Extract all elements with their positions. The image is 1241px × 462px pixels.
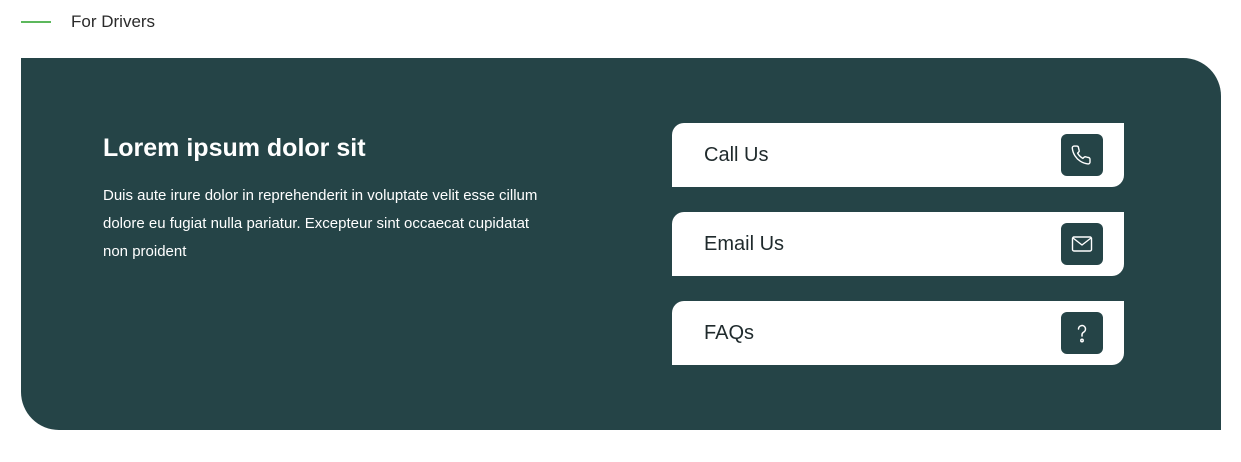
faqs-button[interactable]: FAQs — [672, 301, 1124, 365]
call-us-label: Call Us — [704, 143, 769, 166]
section-eyebrow: For Drivers — [21, 10, 155, 34]
email-us-label: Email Us — [704, 232, 785, 255]
email-us-button[interactable]: Email Us — [672, 212, 1124, 276]
intro-block: Lorem ipsum dolor sit Duis aute irure do… — [103, 132, 553, 266]
eyebrow-accent-line — [21, 21, 51, 23]
call-us-button[interactable]: Call Us — [672, 123, 1124, 187]
intro-body: Duis aute irure dolor in reprehenderit i… — [103, 187, 538, 260]
eyebrow-label: For Drivers — [71, 12, 156, 31]
phone-icon — [1061, 134, 1103, 176]
envelope-icon — [1061, 223, 1103, 265]
contact-actions: Call Us Email Us FAQs — [672, 123, 1124, 390]
faqs-label: FAQs — [704, 321, 755, 344]
contact-panel: Lorem ipsum dolor sit Duis aute irure do… — [21, 58, 1221, 430]
intro-title: Lorem ipsum dolor sit — [103, 134, 366, 162]
question-icon — [1061, 312, 1103, 354]
